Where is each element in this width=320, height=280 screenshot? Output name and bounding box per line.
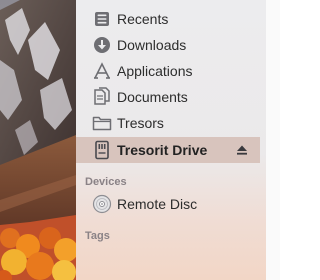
- folder-icon: [92, 113, 112, 133]
- sidebar-item-label: Remote Disc: [117, 196, 198, 212]
- downloads-icon: [92, 35, 112, 55]
- sidebar-item-label: Recents: [117, 11, 169, 27]
- window-content-edge: [266, 0, 280, 280]
- section-header-devices: Devices: [85, 176, 127, 188]
- sidebar-item-documents[interactable]: Documents: [76, 84, 260, 110]
- documents-icon: [92, 87, 112, 107]
- sidebar-item-label: Tresors: [117, 115, 164, 131]
- applications-icon: [92, 61, 112, 81]
- mountain-wallpaper-image: [0, 0, 76, 280]
- sidebar-item-downloads[interactable]: Downloads: [76, 32, 260, 58]
- remote-disc-icon: [92, 194, 112, 214]
- tresorit-drive-icon: [92, 140, 112, 160]
- sidebar-item-label: Tresorit Drive: [117, 142, 208, 158]
- finder-sidebar: Recents Downloads Applications Documents…: [76, 0, 267, 280]
- sidebar-item-label: Documents: [117, 89, 188, 105]
- sidebar-item-applications[interactable]: Applications: [76, 58, 260, 84]
- desktop-wallpaper: [0, 0, 76, 280]
- sidebar-item-label: Applications: [117, 63, 193, 79]
- sidebar-item-remote-disc[interactable]: Remote Disc: [76, 191, 260, 217]
- sidebar-item-tresorit-drive[interactable]: Tresorit Drive: [76, 137, 260, 163]
- recents-icon: [92, 9, 112, 29]
- finder-window-fragment: Recents Downloads Applications Documents…: [0, 0, 280, 280]
- sidebar-item-recents[interactable]: Recents: [76, 6, 260, 32]
- eject-icon[interactable]: [236, 144, 248, 156]
- section-header-tags: Tags: [85, 230, 110, 242]
- sidebar-item-label: Downloads: [117, 37, 187, 53]
- sidebar-item-tresors[interactable]: Tresors: [76, 110, 260, 136]
